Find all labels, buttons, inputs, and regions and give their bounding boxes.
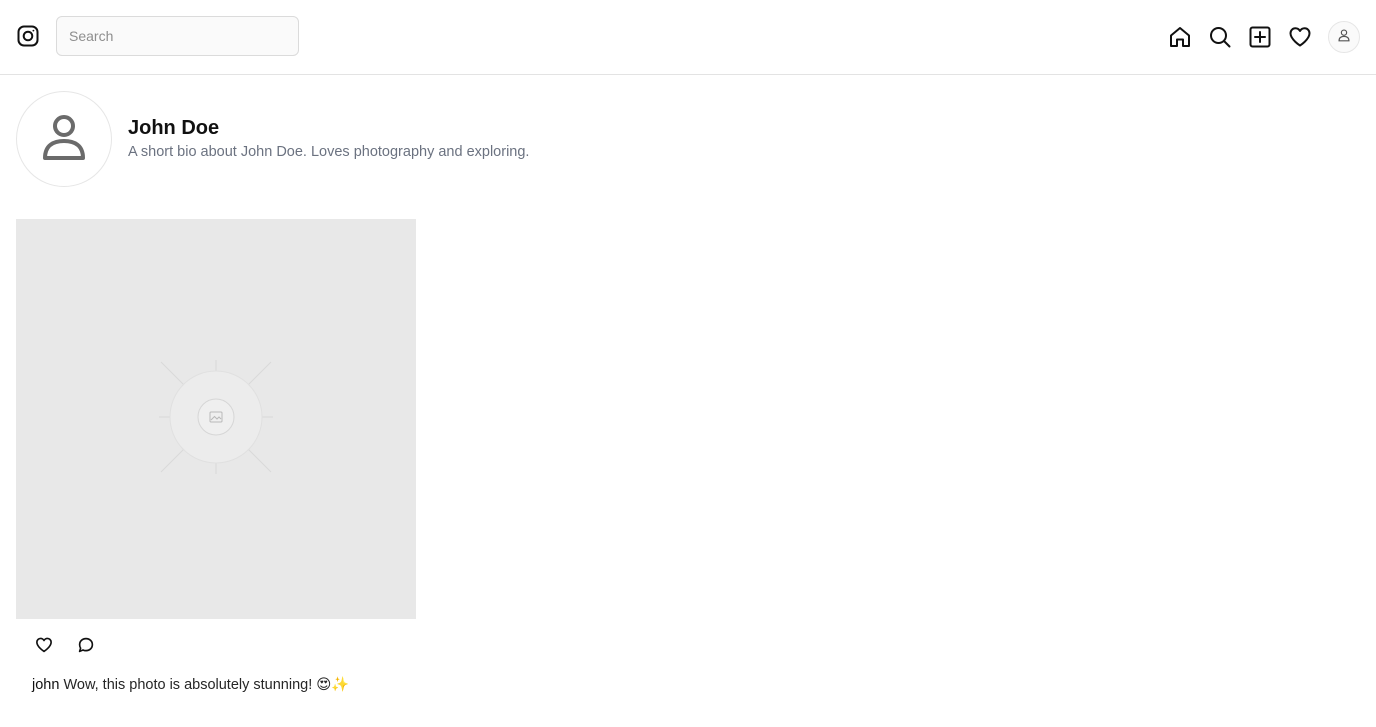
nav-icons [1168, 20, 1360, 53]
user-avatar-icon [1337, 28, 1351, 47]
image-placeholder-icon [151, 352, 281, 487]
search-icon[interactable] [1208, 25, 1232, 49]
like-button[interactable] [34, 637, 54, 657]
heart-icon[interactable] [1288, 25, 1312, 49]
instagram-logo-icon[interactable] [16, 24, 40, 48]
comment-text: Wow, this photo is absolutely stunning! … [63, 677, 350, 693]
post-image[interactable] [16, 219, 416, 619]
comment-bubble-icon [77, 636, 95, 659]
profile-avatar-button[interactable] [1328, 21, 1360, 53]
search-input[interactable] [56, 16, 299, 56]
profile-avatar[interactable] [16, 91, 112, 187]
heart-icon [35, 636, 53, 659]
comment-button[interactable] [76, 637, 96, 657]
plus-square-icon[interactable] [1248, 25, 1272, 49]
post-actions [34, 637, 96, 657]
top-navigation-bar [0, 0, 1376, 75]
user-placeholder-icon [42, 113, 86, 166]
post-comment: john Wow, this photo is absolutely stunn… [32, 676, 349, 693]
profile-name: John Doe [128, 117, 220, 139]
profile-bio: A short bio about John Doe. Loves photog… [128, 144, 530, 160]
comment-username[interactable]: john [32, 677, 59, 693]
home-icon[interactable] [1168, 25, 1192, 49]
